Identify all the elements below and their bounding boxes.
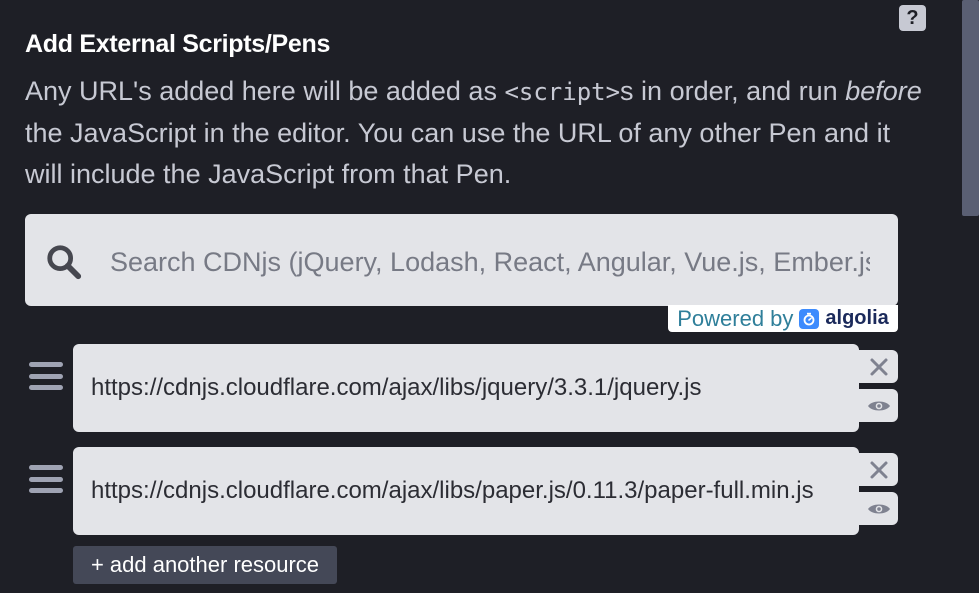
algolia-logo-icon xyxy=(799,308,820,329)
resource-url[interactable]: https://cdnjs.cloudflare.com/ajax/libs/p… xyxy=(91,477,839,505)
resource-url-field[interactable]: https://cdnjs.cloudflare.com/ajax/libs/j… xyxy=(73,344,859,432)
description-text: Any URL's added here will be added as xyxy=(25,76,505,106)
drag-handle-icon[interactable] xyxy=(29,465,63,493)
eye-icon xyxy=(867,504,890,513)
resource-url-field[interactable]: https://cdnjs.cloudflare.com/ajax/libs/p… xyxy=(73,447,859,535)
help-icon[interactable]: ? xyxy=(899,5,926,31)
search-icon xyxy=(47,245,82,280)
section-title: Add External Scripts/Pens xyxy=(25,30,331,58)
cdnjs-search-input[interactable] xyxy=(110,242,870,282)
resource-row: https://cdnjs.cloudflare.com/ajax/libs/j… xyxy=(0,344,961,434)
description-emphasis: before xyxy=(845,76,922,106)
section-description: Any URL's added here will be added as <s… xyxy=(25,71,925,195)
powered-by-algolia[interactable]: Powered by algolia xyxy=(668,305,898,332)
description-text: s in order, and run xyxy=(620,76,846,106)
view-resource-button[interactable] xyxy=(859,492,898,525)
remove-resource-button[interactable] xyxy=(859,350,898,383)
close-icon xyxy=(870,461,887,478)
resource-row: https://cdnjs.cloudflare.com/ajax/libs/p… xyxy=(0,447,961,537)
scrollbar-thumb[interactable] xyxy=(962,0,979,216)
view-resource-button[interactable] xyxy=(859,389,898,422)
remove-resource-button[interactable] xyxy=(859,453,898,486)
description-text: the JavaScript in the editor. You can us… xyxy=(25,118,891,189)
algolia-brand: algolia xyxy=(825,307,889,329)
powered-by-label: Powered by xyxy=(677,305,794,331)
script-tag-code: <script> xyxy=(504,78,621,106)
add-resource-button[interactable]: + add another resource xyxy=(73,546,337,584)
resource-url[interactable]: https://cdnjs.cloudflare.com/ajax/libs/j… xyxy=(91,374,839,402)
drag-handle-icon[interactable] xyxy=(29,362,63,390)
eye-icon xyxy=(867,401,890,410)
close-icon xyxy=(870,358,887,375)
